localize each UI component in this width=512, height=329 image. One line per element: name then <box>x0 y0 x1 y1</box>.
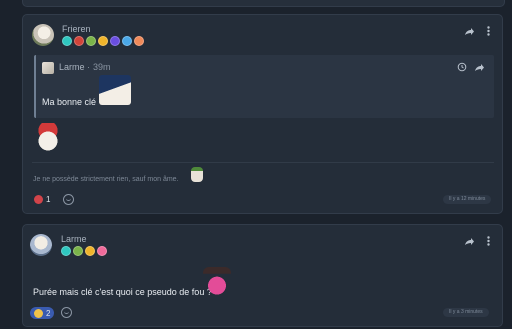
smile-badge-icon <box>85 246 95 256</box>
share-icon[interactable] <box>463 25 475 37</box>
divider <box>32 162 494 163</box>
username[interactable]: Frieren <box>62 24 91 34</box>
sticker-image[interactable] <box>99 75 131 105</box>
reaction-pill[interactable]: 2 <box>30 307 55 319</box>
reaction-count: 2 <box>46 308 51 318</box>
message-card: Larme Purée mais clé c'est quoi ce pseud… <box>22 224 503 327</box>
laugh-emoji-icon <box>34 194 43 204</box>
diamond-badge-icon <box>61 246 71 256</box>
avatar[interactable] <box>30 234 52 256</box>
diamond-badge-icon <box>62 36 72 46</box>
more-options-icon[interactable] <box>482 25 494 37</box>
user-status: Je ne possède strictement rien, sauf mon… <box>33 176 179 183</box>
message-text: Purée mais clé c'est quoi ce pseudo de f… <box>33 287 212 297</box>
leaf-badge-icon <box>73 246 83 256</box>
quote-text: Ma bonne clé <box>42 97 97 107</box>
share-icon[interactable] <box>463 235 475 247</box>
avatar[interactable] <box>32 24 54 46</box>
gem-badge-icon <box>122 36 132 46</box>
star-badge-icon <box>134 36 144 46</box>
flame-badge-icon <box>74 36 84 46</box>
status-emote-image <box>191 167 203 182</box>
add-reaction-icon[interactable] <box>61 307 72 318</box>
username[interactable]: Larme <box>61 234 87 244</box>
history-icon[interactable] <box>456 61 468 73</box>
message-timestamp: Il y a 3 minutes <box>443 308 489 317</box>
leaf-badge-icon <box>86 36 96 46</box>
reaction-pill[interactable]: 1 <box>30 193 54 205</box>
quote-author: Larme <box>59 62 85 72</box>
share-icon[interactable] <box>473 61 485 73</box>
emote-image[interactable] <box>203 267 231 297</box>
quoted-message[interactable]: Larme · 39m Ma bonne clé <box>34 55 494 118</box>
badge-row <box>61 246 107 256</box>
add-reaction-icon[interactable] <box>63 194 74 205</box>
previous-message-edge <box>22 0 505 7</box>
emote-image[interactable] <box>33 123 63 153</box>
message-card: Frieren Larme · 39m Ma bonne clé Je ne p… <box>22 14 503 214</box>
quote-avatar <box>42 62 54 74</box>
more-options-icon[interactable] <box>482 235 494 247</box>
badge-row <box>62 36 144 46</box>
quote-separator: · <box>87 62 90 72</box>
message-timestamp: Il y a 12 minutes <box>443 195 492 204</box>
smile-badge-icon <box>98 36 108 46</box>
reaction-count: 1 <box>46 194 51 204</box>
heart-badge-icon <box>97 246 107 256</box>
thumbs-up-emoji-icon <box>34 308 43 318</box>
quote-time: 39m <box>93 62 111 72</box>
bolt-badge-icon <box>110 36 120 46</box>
